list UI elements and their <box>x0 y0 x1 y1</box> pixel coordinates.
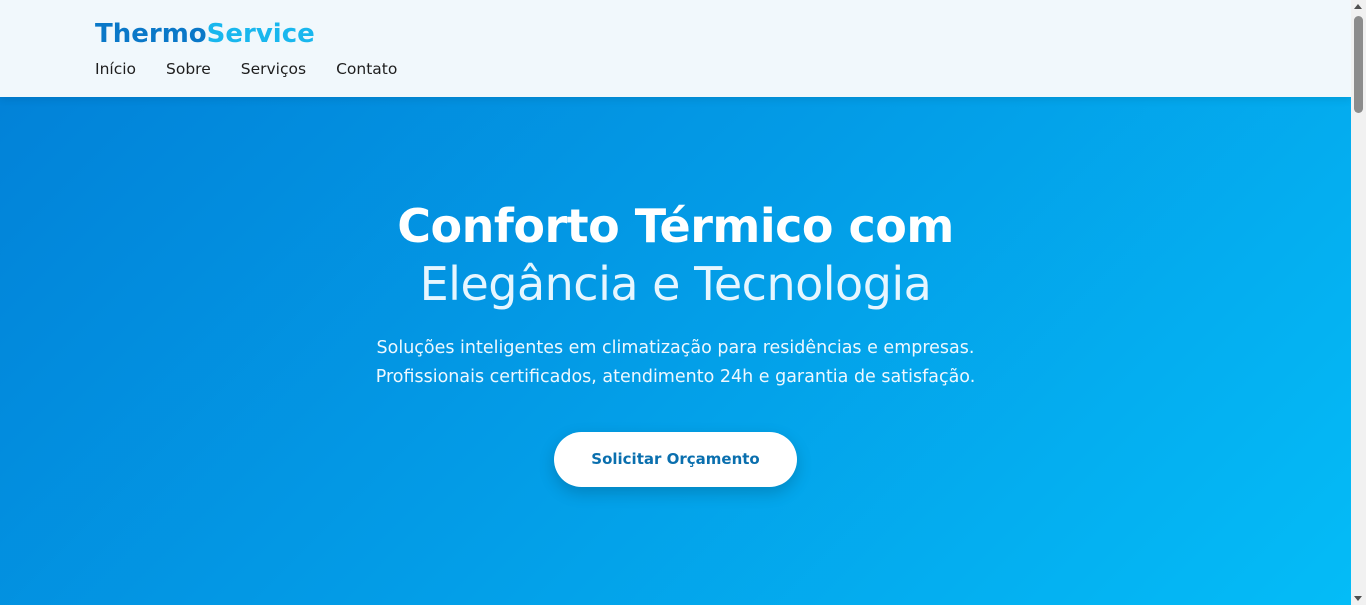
logo-service: Service <box>206 19 315 49</box>
hero-subtitle-line1: Soluções inteligentes em climatização pa… <box>376 338 975 358</box>
hero-section: Conforto Térmico com Elegância e Tecnolo… <box>0 97 1351 605</box>
vertical-scrollbar[interactable] <box>1351 0 1366 605</box>
request-quote-button[interactable]: Solicitar Orçamento <box>554 432 797 487</box>
scroll-up-arrow-icon[interactable] <box>1354 4 1362 9</box>
hero-subtitle-line2: Profissionais certificados, atendimento … <box>375 367 976 387</box>
nav-link-contato[interactable]: Contato <box>336 59 397 79</box>
nav-link-sobre[interactable]: Sobre <box>166 59 211 79</box>
page: ThermoService Início Sobre Serviços Cont… <box>0 0 1366 605</box>
logo[interactable]: ThermoService <box>95 17 315 51</box>
hero-title-line1: Conforto Térmico com <box>397 199 954 253</box>
site-header: ThermoService Início Sobre Serviços Cont… <box>0 0 1351 97</box>
main-nav: Início Sobre Serviços Contato <box>95 59 427 79</box>
nav-link-servicos[interactable]: Serviços <box>241 59 306 79</box>
hero-title-line2: Elegância e Tecnologia <box>419 257 932 311</box>
logo-thermo: Thermo <box>95 19 207 49</box>
scroll-down-arrow-icon[interactable] <box>1354 596 1362 601</box>
hero-subtitle: Soluções inteligentes em climatização pa… <box>0 334 1351 392</box>
nav-link-inicio[interactable]: Início <box>95 59 136 79</box>
scroll-thumb[interactable] <box>1354 16 1363 113</box>
